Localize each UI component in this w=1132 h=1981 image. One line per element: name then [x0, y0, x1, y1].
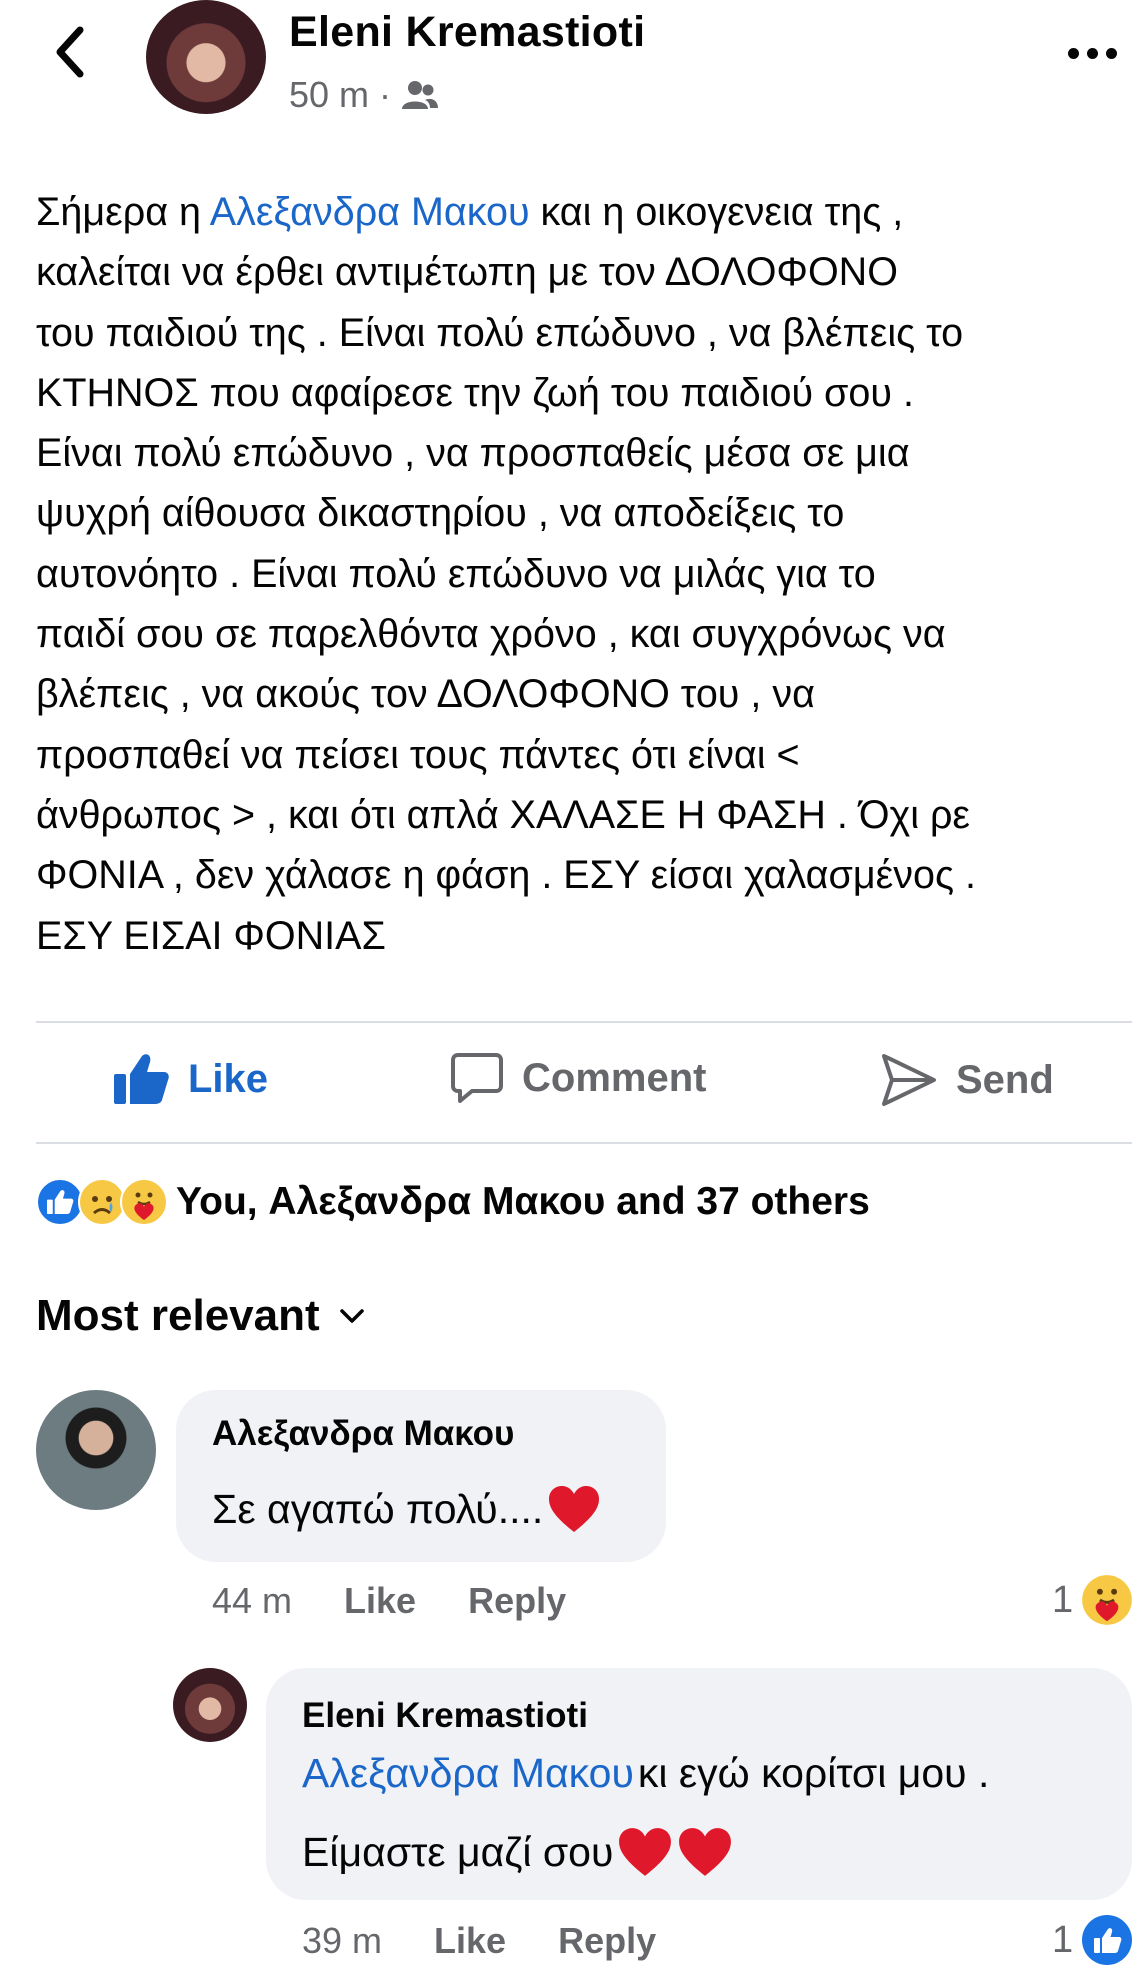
sort-label: Most relevant	[36, 1291, 320, 1340]
like-label: Like	[188, 1056, 269, 1101]
divider	[36, 1142, 1132, 1144]
like-icon	[1082, 1915, 1132, 1965]
post-line: Είναι πολύ επώδυνο , να προσπαθείς μέσα …	[36, 431, 910, 476]
post-line: ψυχρή αίθουσα δικαστηρίου , να αποδείξει…	[36, 491, 845, 536]
post-line: Σήμερα η Αλεξανδρα Μακου και η οικογενει…	[36, 190, 904, 234]
reaction-icons	[36, 1178, 168, 1226]
send-icon	[882, 1054, 936, 1106]
post-line: καλείται να έρθει αντιμέτωπη με τον ΔΟΛΟ…	[36, 250, 898, 295]
divider	[36, 1021, 1132, 1023]
send-label: Send	[956, 1057, 1054, 1102]
post-meta: 50 m ·	[289, 74, 439, 116]
care-icon	[120, 1178, 168, 1226]
comment-bubble-icon	[451, 1053, 503, 1103]
post-mention-link[interactable]: Αλεξανδρα Μακου	[210, 190, 530, 234]
author-avatar[interactable]	[146, 0, 266, 114]
post-line: άνθρωπος > , και ότι απλά ΧΑΛΑΣΕ Η ΦΑΣΗ …	[36, 792, 971, 837]
post-line: προσπαθεί να πείσει τους πάντες ότι είνα…	[36, 732, 800, 777]
heart-icon	[549, 1486, 600, 1532]
comment-meta: 44 m Like Reply	[212, 1580, 618, 1622]
comment-button[interactable]: Comment	[450, 1052, 706, 1104]
reply-like-button[interactable]: Like	[434, 1920, 506, 1962]
heart-icon	[619, 1828, 672, 1876]
post-header: Eleni Kremastioti 50 m ·	[0, 0, 1132, 140]
reply-mention-link[interactable]: Αλεξανδρα Μακου	[302, 1750, 634, 1797]
back-button[interactable]	[40, 22, 100, 82]
replier-avatar[interactable]	[173, 1668, 247, 1742]
meta-separator: ·	[379, 74, 392, 115]
post-body: Σήμερα η Αλεξανδρα Μακου και η οικογενει…	[36, 182, 1132, 966]
chevron-left-icon	[56, 26, 84, 78]
sad-icon	[78, 1178, 126, 1226]
comment-reply-button[interactable]: Reply	[468, 1580, 566, 1622]
reply-text-line1: Αλεξανδρα Μακου κι εγώ κορίτσι μου .	[302, 1750, 990, 1797]
heart-icon	[679, 1828, 732, 1876]
thumbs-up-icon	[114, 1054, 169, 1104]
post-line: του παιδιού της . Είναι πολύ επώδυνο , ν…	[36, 310, 964, 355]
send-button[interactable]: Send	[880, 1052, 1054, 1108]
post-line: ΦΟΝΙΑ , δεν χάλασε η φάση . ΕΣΥ είσαι χα…	[36, 853, 976, 898]
like-button[interactable]: Like	[112, 1052, 268, 1106]
post-time[interactable]: 50 m	[289, 74, 369, 116]
reply-reaction-count[interactable]: 1	[1052, 1914, 1132, 1966]
reactions-summary[interactable]: You, Αλεξανδρα Μακου and 37 others	[36, 1178, 870, 1226]
post-line: βλέπεις , να ακούς τον ΔΟΛΟΦΟΝΟ του , να	[36, 672, 815, 717]
more-options-button[interactable]	[1068, 38, 1128, 68]
reply-text-line2: Είμαστε μαζί σου	[302, 1826, 733, 1878]
comment-reaction-count[interactable]: 1	[1052, 1574, 1132, 1626]
friends-audience-icon[interactable]	[401, 79, 439, 111]
dot-icon	[1106, 47, 1117, 59]
reactions-summary-text: You, Αλεξανδρα Μακου and 37 others	[176, 1180, 870, 1223]
reply-reply-button[interactable]: Reply	[558, 1920, 656, 1962]
dot-icon	[1068, 47, 1079, 59]
comment-text: Σε αγαπώ πολύ....	[212, 1484, 601, 1534]
comment-label: Comment	[522, 1055, 707, 1100]
chevron-down-icon	[339, 1309, 364, 1323]
action-bar: Like Comment Send	[0, 1024, 1132, 1142]
comment-like-button[interactable]: Like	[344, 1580, 416, 1622]
post-author-name[interactable]: Eleni Kremastioti	[289, 8, 645, 57]
reply-meta: 39 m Like Reply	[302, 1920, 708, 1962]
comment-author[interactable]: Αλεξανδρα Μακου	[212, 1414, 514, 1454]
post-line: παιδί σου σε παρελθόντα χρόνο , και συγχ…	[36, 612, 946, 657]
reply-author[interactable]: Eleni Kremastioti	[302, 1696, 588, 1736]
post-line: ΕΣΥ ΕΙΣΑΙ ΦΟΝΙΑΣ	[36, 913, 386, 958]
like-icon	[36, 1178, 84, 1226]
dot-icon	[1087, 47, 1098, 59]
comment-time[interactable]: 44 m	[212, 1580, 292, 1622]
post-line: ΚΤΗΝΟΣ που αφαίρεσε την ζωή του παιδιού …	[36, 370, 914, 415]
commenter-avatar[interactable]	[36, 1390, 156, 1510]
post-line: αυτονόητο . Είναι πολύ επώδυνο να μιλάς …	[36, 551, 876, 596]
comment-sort-dropdown[interactable]: Most relevant	[36, 1291, 366, 1341]
care-icon	[1082, 1575, 1132, 1625]
reply-time[interactable]: 39 m	[302, 1920, 382, 1962]
